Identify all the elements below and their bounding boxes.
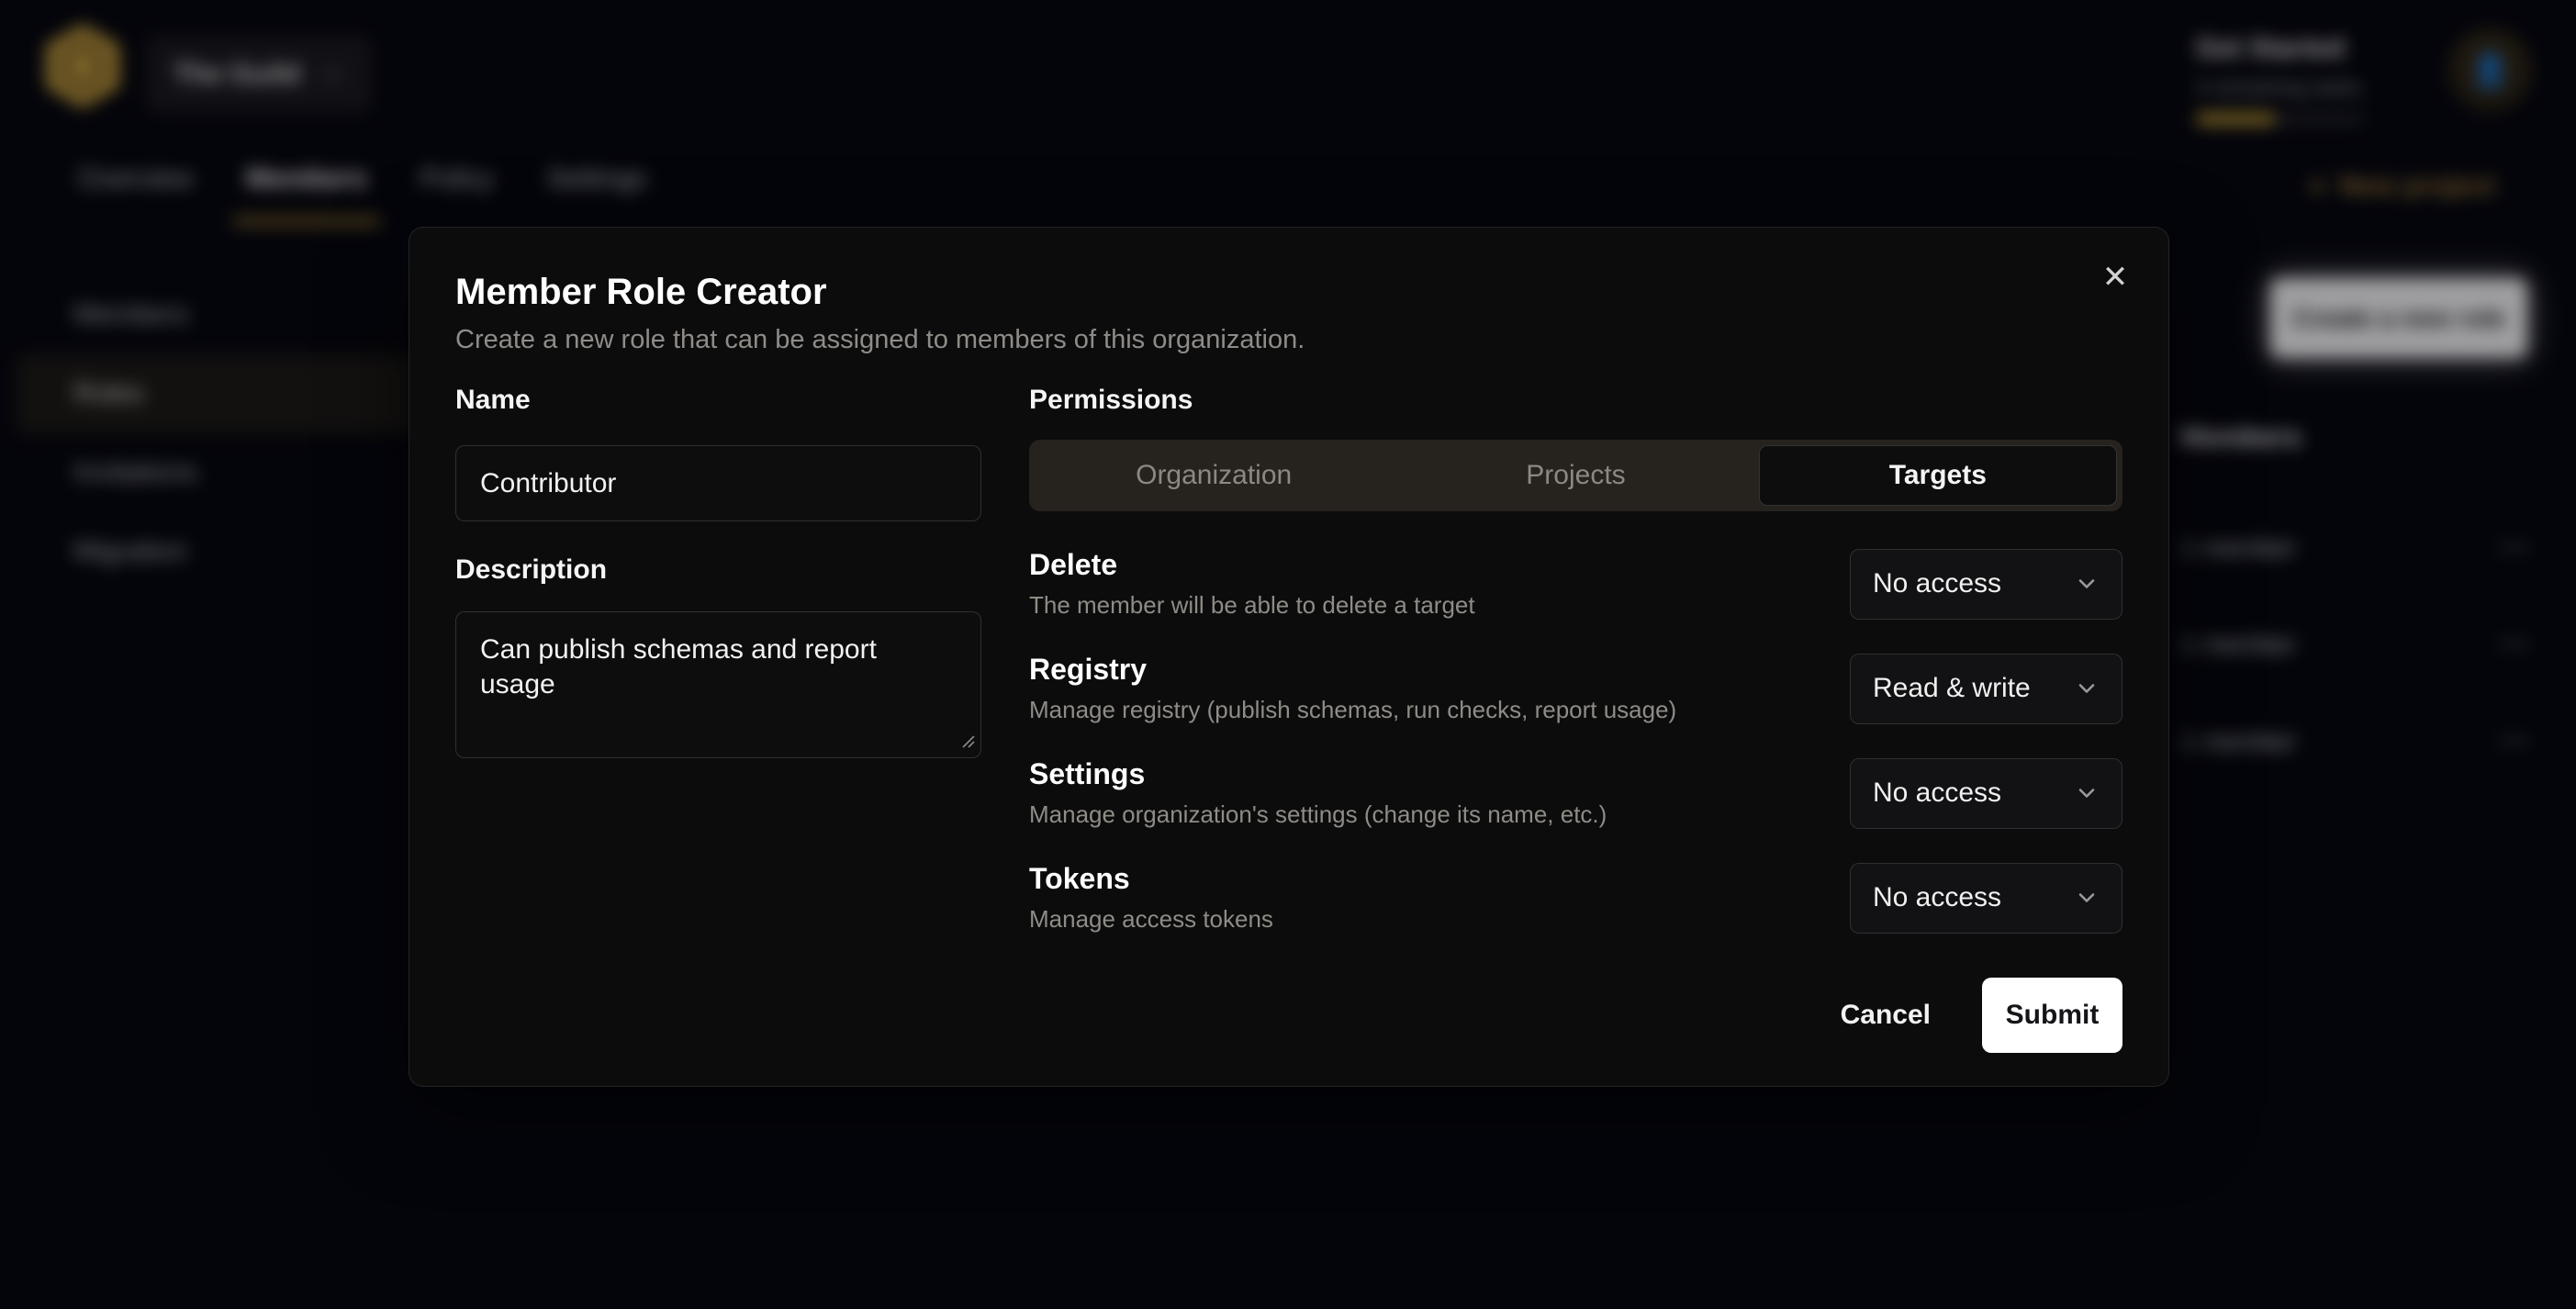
submit-button[interactable]: Submit [1982, 978, 2122, 1053]
settings-access-select[interactable]: No access [1850, 758, 2122, 829]
permission-description: The member will be able to delete a targ… [1029, 591, 1475, 620]
tokens-access-select[interactable]: No access [1850, 863, 2122, 934]
modal-title: Member Role Creator [455, 270, 2122, 314]
tab-projects[interactable]: Projects [1396, 445, 1754, 506]
permissions-tab-group: Organization Projects Targets [1029, 440, 2122, 511]
description-label: Description [455, 554, 981, 587]
chevron-down-icon [2074, 885, 2100, 911]
modal-subtitle: Create a new role that can be assigned t… [455, 325, 2122, 355]
registry-access-select[interactable]: Read & write [1850, 654, 2122, 724]
permission-description: Manage organization's settings (change i… [1029, 800, 1607, 829]
delete-access-select[interactable]: No access [1850, 549, 2122, 620]
resize-handle-icon[interactable] [959, 733, 976, 754]
tab-organization[interactable]: Organization [1035, 445, 1393, 506]
close-icon[interactable]: ✕ [2093, 255, 2137, 299]
permission-description: Manage access tokens [1029, 905, 1273, 934]
chevron-down-icon [2074, 676, 2100, 701]
permission-description: Manage registry (publish schemas, run ch… [1029, 696, 1676, 724]
chevron-down-icon [2074, 780, 2100, 806]
permission-title: Tokens [1029, 862, 1273, 896]
permission-title: Registry [1029, 653, 1676, 687]
tab-targets[interactable]: Targets [1759, 445, 2117, 506]
chevron-down-icon [2074, 571, 2100, 597]
permission-title: Settings [1029, 757, 1607, 791]
member-role-creator-modal: ✕ Member Role Creator Create a new role … [409, 227, 2169, 1087]
permission-row-tokens: Tokens Manage access tokens No access [1029, 862, 2122, 934]
permission-row-delete: Delete The member will be able to delete… [1029, 548, 2122, 620]
permissions-label: Permissions [1029, 385, 2122, 418]
description-textarea[interactable]: Can publish schemas and report usage [455, 611, 981, 758]
permission-row-registry: Registry Manage registry (publish schema… [1029, 653, 2122, 724]
name-label: Name [455, 385, 981, 418]
permission-title: Delete [1029, 548, 1475, 582]
name-input[interactable] [455, 445, 981, 521]
permission-row-settings: Settings Manage organization's settings … [1029, 757, 2122, 829]
cancel-button[interactable]: Cancel [1817, 981, 1954, 1049]
